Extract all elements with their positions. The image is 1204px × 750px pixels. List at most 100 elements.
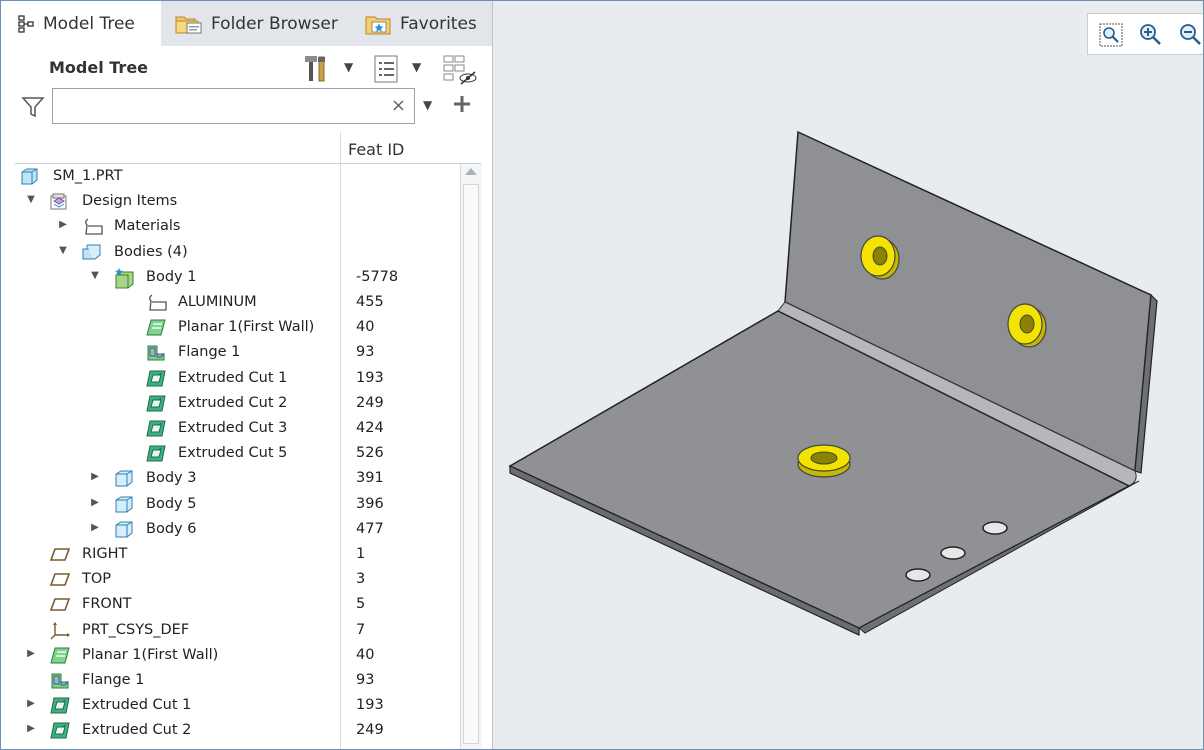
expand-arrow-icon[interactable]: ▶: [25, 648, 37, 659]
add-filter-icon[interactable]: [452, 94, 472, 118]
tab-favorites[interactable]: Favorites: [364, 1, 492, 46]
tree-row-label: Design Items: [82, 193, 178, 210]
tree-row[interactable]: ALUMINUM 455: [15, 290, 460, 315]
wall-edge: [1134, 293, 1158, 474]
tree-row[interactable]: ▶ Planar 1(First Wall) 40: [15, 643, 460, 668]
datum-plane-icon: [49, 545, 71, 564]
design-items-icon: [49, 192, 69, 211]
tree-row[interactable]: ▼ Body 1 -5778: [15, 265, 460, 290]
tree-row[interactable]: Planar 1(First Wall) 40: [15, 315, 460, 340]
expand-arrow-icon[interactable]: ▶: [57, 219, 69, 230]
tree-row[interactable]: ▶ Body 5 396: [15, 492, 460, 517]
tree-row-label: Body 3: [146, 470, 197, 487]
tree-row-feat-id: 424: [356, 420, 384, 436]
collapse-arrow-icon[interactable]: ▼: [89, 270, 101, 281]
zoom-in-icon[interactable]: [1138, 22, 1164, 52]
bend-region: [777, 301, 1137, 487]
tree-row-feat-id: 193: [356, 369, 384, 386]
tree-row-label: Body 5: [146, 495, 197, 512]
expand-arrow-icon[interactable]: ▶: [89, 522, 101, 533]
tree-scrollbar[interactable]: [460, 164, 482, 749]
tree-row-feat-id: 40: [356, 646, 375, 663]
tree-row[interactable]: ▶ Materials: [15, 214, 460, 239]
tree-row-feat-id: 93: [356, 672, 375, 688]
settings-hammer-icon[interactable]: [302, 54, 330, 88]
pem-nut-wall-1: [860, 235, 900, 280]
tab-label: Folder Browser: [211, 13, 338, 34]
tree-row-label: RIGHT: [82, 546, 128, 562]
filter-icon[interactable]: [21, 95, 45, 123]
tree-row-feat-id: 193: [356, 697, 384, 714]
tree-row-label: FRONT: [82, 596, 132, 613]
base-plate: [508, 310, 1131, 629]
extruded-cut-icon: [49, 721, 70, 740]
tree-row[interactable]: Extruded Cut 3 424: [15, 416, 460, 441]
tree-row-label: Flange 1: [178, 344, 241, 361]
flange-icon: [49, 671, 70, 690]
scroll-thumb[interactable]: [463, 184, 479, 744]
model-tree-panel: Model Tree Folder Browser Favorites Mode…: [1, 1, 493, 749]
tab-model-tree[interactable]: Model Tree: [1, 1, 161, 46]
tab-label: Model Tree: [43, 13, 135, 34]
collapse-arrow-icon[interactable]: ▼: [25, 194, 37, 205]
search-history-dropdown-icon[interactable]: ▼: [423, 98, 432, 112]
tab-label: Favorites: [400, 13, 477, 34]
datum-plane-icon: [49, 570, 71, 589]
extruded-cut-icon: [145, 444, 166, 463]
tree-row[interactable]: ▶ Body 3 391: [15, 466, 460, 491]
view-toolbar: [1087, 13, 1203, 55]
graphics-viewport[interactable]: [493, 1, 1203, 749]
tree-row[interactable]: Extruded Cut 5 526: [15, 441, 460, 466]
tree-row-feat-id: 40: [356, 319, 375, 336]
tree-row-label: Extruded Cut 2: [178, 394, 288, 411]
tree-row-label: Materials: [114, 218, 181, 235]
column-header-feat-id[interactable]: Feat ID: [348, 140, 404, 159]
expand-arrow-icon[interactable]: ▶: [89, 471, 101, 482]
tree-row-feat-id: 5: [356, 596, 366, 613]
tree-row-feat-id: 93: [356, 344, 375, 361]
clear-icon[interactable]: ×: [391, 95, 406, 116]
collapse-arrow-icon[interactable]: ▼: [57, 245, 69, 256]
tree-row[interactable]: SM_1.PRT: [15, 164, 460, 189]
tree-row-label: Extruded Cut 1: [82, 697, 192, 714]
csys-icon: [49, 621, 70, 640]
hole-2: [940, 546, 966, 560]
search-box: ×: [52, 88, 415, 124]
search-input[interactable]: [59, 89, 383, 123]
tree-row[interactable]: TOP 3: [15, 567, 460, 592]
refit-icon[interactable]: [1098, 22, 1124, 52]
tree-row-feat-id: 249: [356, 722, 384, 739]
tree-row-feat-id: -5778: [356, 268, 399, 285]
tree-row[interactable]: Extruded Cut 2 249: [15, 391, 460, 416]
tree-row[interactable]: RIGHT 1: [15, 542, 460, 567]
tree-row[interactable]: ▼ Bodies (4): [15, 240, 460, 265]
tree-row[interactable]: Extruded Cut 1 193: [15, 366, 460, 391]
settings-dropdown-icon[interactable]: ▼: [344, 60, 353, 74]
tree-row[interactable]: Flange 1 93: [15, 340, 460, 365]
tree-row[interactable]: Flange 1 93: [15, 668, 460, 693]
tree-row[interactable]: ▶ Body 6 477: [15, 517, 460, 542]
hide-columns-icon[interactable]: [442, 54, 478, 90]
expand-arrow-icon[interactable]: ▶: [25, 723, 37, 734]
tree-row[interactable]: PRT_CSYS_DEF 7: [15, 618, 460, 643]
model-tree: SM_1.PRT ▼ Design Items ▶ Materials ▼ Bodies (…: [15, 164, 460, 749]
tree-row[interactable]: ▼ Design Items: [15, 189, 460, 214]
tree-row-feat-id: 3: [356, 571, 366, 588]
show-list-icon[interactable]: [373, 54, 399, 88]
expand-arrow-icon[interactable]: ▶: [89, 497, 101, 508]
tree-row[interactable]: ▶ Extruded Cut 2 249: [15, 718, 460, 743]
base-front-edge: [509, 465, 860, 636]
planar-wall-icon: [49, 646, 70, 665]
tree-row-label: Extruded Cut 1: [178, 369, 288, 386]
expand-arrow-icon[interactable]: ▶: [25, 698, 37, 709]
favorites-icon: [364, 12, 394, 36]
show-dropdown-icon[interactable]: ▼: [412, 60, 421, 74]
tree-row-feat-id: 526: [356, 445, 384, 462]
tree-row-feat-id: 455: [356, 294, 384, 310]
tab-folder-browser[interactable]: Folder Browser: [173, 1, 353, 46]
tree-row-label: Planar 1(First Wall): [82, 646, 219, 663]
zoom-out-icon[interactable]: [1178, 22, 1203, 52]
scroll-up-arrow[interactable]: [465, 168, 477, 175]
tree-row[interactable]: FRONT 5: [15, 592, 460, 617]
tree-row[interactable]: ▶ Extruded Cut 1 193: [15, 693, 460, 718]
